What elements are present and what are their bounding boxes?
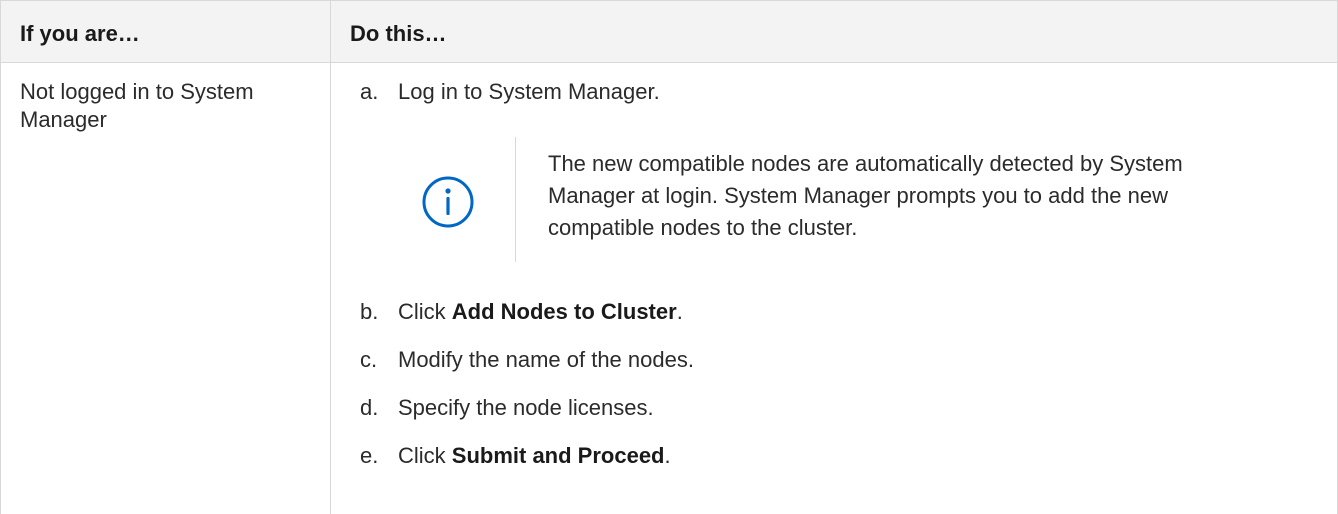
step-b-bold: Add Nodes to Cluster — [451, 299, 677, 324]
step-a-letter: a. — [360, 79, 379, 104]
step-e-letter: e. — [360, 443, 379, 468]
note-text: The new compatible nodes are automatical… — [548, 151, 1183, 240]
step-e-bold: Submit and Proceed — [451, 443, 665, 468]
step-e-prefix: Click — [398, 443, 452, 468]
table-left-border — [0, 0, 1, 514]
step-c-letter: c. — [360, 347, 378, 372]
step-d-text: Specify the node licenses. — [398, 395, 654, 420]
column-divider — [330, 0, 331, 514]
step-a: a. Log in to System Manager. — [360, 78, 660, 106]
instruction-table: If you are… Do this… Not logged in to Sy… — [0, 0, 1338, 514]
step-b-letter: b. — [360, 299, 379, 324]
step-e-suffix: . — [664, 443, 671, 468]
step-c-text: Modify the name of the nodes. — [398, 347, 694, 372]
table-header-row: If you are… Do this… — [0, 0, 1338, 62]
step-a-text: Log in to System Manager. — [398, 79, 660, 104]
table-top-border — [0, 0, 1338, 1]
step-b-suffix: . — [676, 299, 683, 324]
step-b: b. Click Add Nodes to Cluster. — [360, 298, 683, 326]
step-d-letter: d. — [360, 395, 379, 420]
header-if-you-are: If you are… — [20, 21, 140, 46]
step-c: c. Modify the name of the nodes. — [360, 346, 694, 374]
note-divider — [515, 137, 516, 262]
condition-cell: Not logged in to System Manager — [20, 79, 254, 132]
header-bottom-border — [0, 62, 1338, 63]
step-e: e. Click Submit and Proceed. — [360, 442, 671, 470]
step-d: d. Specify the node licenses. — [360, 394, 654, 422]
step-b-prefix: Click — [398, 299, 452, 324]
info-circle-icon — [422, 176, 474, 228]
header-do-this: Do this… — [350, 21, 447, 46]
